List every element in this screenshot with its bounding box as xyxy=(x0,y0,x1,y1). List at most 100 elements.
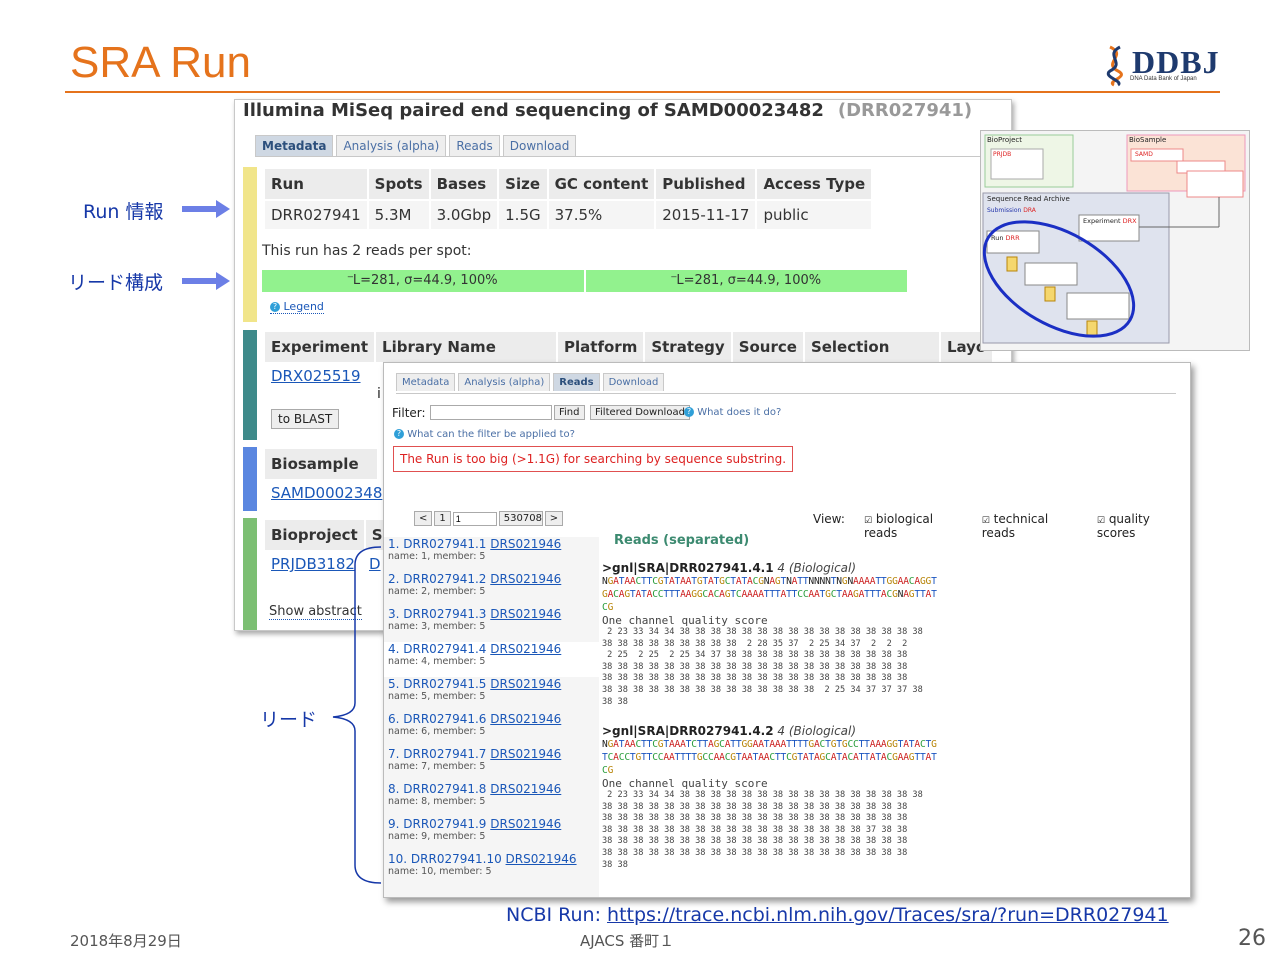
sample-link[interactable]: DRS021946 xyxy=(490,782,561,796)
page-number: 26 xyxy=(1238,926,1266,951)
read-accession-link[interactable]: 3. DRR027941.3 xyxy=(388,607,486,621)
section-bar-yellow xyxy=(243,167,257,322)
arrow-read-structure-head xyxy=(216,272,230,290)
view-technical[interactable]: ☑ technical reads xyxy=(982,512,1083,540)
diagram-sra: Sequence Read Archive xyxy=(987,195,1070,203)
tab-analysis[interactable]: Analysis (alpha) xyxy=(458,373,551,391)
col-bases: Bases xyxy=(430,169,498,199)
read-accession-link[interactable]: 10. DRR027941.10 xyxy=(388,852,502,866)
read-name-member: name: 7, member: 5 xyxy=(388,761,486,772)
ncbi-url[interactable]: https://trace.ncbi.nlm.nih.gov/Traces/sr… xyxy=(607,904,1169,926)
list-item[interactable]: 8. DRR027941.8 DRS021946 name: 8, member:… xyxy=(384,782,599,817)
tab-download[interactable]: Download xyxy=(602,373,665,391)
reads-list-container: 1. DRR027941.1 DRS021946 name: 1, member:… xyxy=(384,537,599,887)
quality-line: 38 38 38 38 38 38 38 38 38 38 38 38 38 3… xyxy=(602,836,908,847)
dna-helix-icon xyxy=(1106,45,1123,87)
find-button[interactable]: Find xyxy=(554,405,585,420)
sample-link[interactable]: DRS021946 xyxy=(490,747,561,761)
read-segment-1: ‾L=281, σ=44.9, 100% xyxy=(262,270,584,292)
read-detail-1: >gnl|SRA|DRR027941.4.1 4 (Biological) NG… xyxy=(602,561,1182,708)
sample-link[interactable]: DRS021946 xyxy=(490,607,561,621)
reads-list: 1. DRR027941.1 DRS021946 name: 1, member:… xyxy=(384,537,599,897)
sample-link[interactable]: DRS021946 xyxy=(506,852,577,866)
col-access: Access Type xyxy=(757,169,872,199)
list-item[interactable]: 1. DRR027941.1 DRS021946 name: 1, member:… xyxy=(384,537,599,572)
list-item[interactable]: 6. DRR027941.6 DRS021946 name: 6, member:… xyxy=(384,712,599,747)
experiment-table: Experiment Library Name Platform Strateg… xyxy=(263,330,994,364)
quality-scores: 2 23 33 34 34 38 38 38 38 38 38 38 38 38… xyxy=(602,790,1182,871)
view-options: ☑ biological reads ☑ technical reads ☑ q… xyxy=(864,512,1190,540)
list-item[interactable]: 4. DRR027941.4 DRS021946 name: 4, member:… xyxy=(384,642,599,677)
view-quality[interactable]: ☑ quality scores xyxy=(1097,512,1190,540)
quality-line: 2 25 2 25 2 25 34 37 38 38 38 38 38 38 3… xyxy=(602,650,908,661)
biosample-table: Biosample xyxy=(263,447,379,481)
pager-prev-button[interactable]: < xyxy=(414,511,433,526)
annotation-read-structure: リード構成 xyxy=(68,272,164,294)
tab-metadata[interactable]: Metadata xyxy=(255,135,334,156)
read-accession-link[interactable]: 9. DRR027941.9 xyxy=(388,817,486,831)
read-header-tag: 4 (Biological) xyxy=(777,724,857,738)
what-does-it-do-link[interactable]: ? What does it do? xyxy=(684,407,781,418)
annotation-run-info: Run 情報 xyxy=(83,201,164,223)
tab-analysis[interactable]: Analysis (alpha) xyxy=(336,135,447,156)
read-header: >gnl|SRA|DRR027941.4.2 4 (Biological) xyxy=(602,724,1182,738)
sample-link[interactable]: DRS021946 xyxy=(490,537,561,551)
list-item[interactable]: 3. DRR027941.3 DRS021946 name: 3, member:… xyxy=(384,607,599,642)
list-item[interactable]: 7. DRR027941.7 DRS021946 name: 7, member:… xyxy=(384,747,599,782)
pager-page-input[interactable] xyxy=(452,511,497,526)
filter-input[interactable] xyxy=(430,405,552,420)
what-filter-link[interactable]: ? What can the filter be applied to? xyxy=(394,429,575,440)
list-item[interactable]: 5. DRR027941.5 DRS021946 name: 5, member:… xyxy=(384,677,599,712)
cell-bases: 3.0Gbp xyxy=(430,201,498,229)
biosample-link[interactable]: SAMD0002348 xyxy=(271,484,382,502)
read-accession-link[interactable]: 4. DRR027941.4 xyxy=(388,642,486,656)
reads-tab-divider xyxy=(396,393,1176,394)
quality-line: 38 38 38 38 38 38 38 38 38 38 38 38 38 3… xyxy=(602,684,923,695)
logo-subtitle: DNA Data Bank of Japan xyxy=(1130,76,1197,82)
read-name-member: name: 6, member: 5 xyxy=(388,726,486,737)
read-accession-link[interactable]: 7. DRR027941.7 xyxy=(388,747,486,761)
read-accession-link[interactable]: 2. DRR027941.2 xyxy=(388,572,486,586)
read-accession-link[interactable]: 5. DRR027941.5 xyxy=(388,677,486,691)
list-item[interactable]: 9. DRR027941.9 DRS021946 name: 9, member:… xyxy=(384,817,599,852)
tab-download[interactable]: Download xyxy=(502,135,577,156)
diagram-experiment-label: Experiment xyxy=(1083,217,1121,225)
filtered-download-button[interactable]: Filtered Download xyxy=(590,405,690,420)
list-item[interactable]: 2. DRR027941.2 DRS021946 name: 2, member:… xyxy=(384,572,599,607)
col-size: Size xyxy=(499,169,547,199)
quality-label: One channel quality score xyxy=(602,614,768,627)
tab-reads[interactable]: Reads xyxy=(553,373,600,391)
help-icon: ? xyxy=(684,407,694,417)
pager-first-button[interactable]: 1 xyxy=(434,511,451,526)
view-biological[interactable]: ☑ biological reads xyxy=(864,512,968,540)
read-name-member: name: 5, member: 5 xyxy=(388,691,486,702)
sample-link[interactable]: DRS021946 xyxy=(490,712,561,726)
quality-scores: 2 23 33 34 34 38 38 38 38 38 38 38 38 38… xyxy=(602,627,1182,708)
col-gc: GC content xyxy=(548,169,655,199)
sample-link[interactable]: DRS021946 xyxy=(490,817,561,831)
reads-tabs: Metadata Analysis (alpha) Reads Download xyxy=(396,373,665,391)
read-accession-link[interactable]: 8. DRR027941.8 xyxy=(388,782,486,796)
read-name-member: name: 2, member: 5 xyxy=(388,586,486,597)
legend-link[interactable]: ? Legend xyxy=(270,300,324,314)
tab-metadata[interactable]: Metadata xyxy=(396,373,456,391)
checkbox-icon: ☑ xyxy=(981,516,990,526)
to-blast-button[interactable]: to BLAST xyxy=(271,409,340,429)
checkbox-icon: ☑ xyxy=(1096,516,1105,526)
read-accession-link[interactable]: 1. DRR027941.1 xyxy=(388,537,486,551)
tab-reads[interactable]: Reads xyxy=(449,135,500,156)
sample-link[interactable]: DRS021946 xyxy=(490,642,561,656)
pager-next-button[interactable]: > xyxy=(544,511,564,526)
cell-size: 1.5G xyxy=(499,201,547,229)
sample-link[interactable]: DRS021946 xyxy=(490,572,561,586)
sra-object-diagram: BioProject BioSample Sequence Read Archi… xyxy=(980,130,1250,351)
read-accession-link[interactable]: 6. DRR027941.6 xyxy=(388,712,486,726)
col-library-name: Library Name xyxy=(376,332,557,362)
experiment-link[interactable]: DRX025519 xyxy=(271,367,361,385)
list-item[interactable]: 10. DRR027941.10 DRS021946 name: 10, memb… xyxy=(384,852,599,887)
ncbi-run-link: NCBI Run: https://trace.ncbi.nlm.nih.gov… xyxy=(506,904,1169,926)
cell-published: 2015-11-17 xyxy=(656,201,756,229)
quality-line: 38 38 38 38 38 38 38 38 38 38 38 38 38 3… xyxy=(602,847,908,858)
sample-link[interactable]: DRS021946 xyxy=(490,677,561,691)
read-name-member: name: 9, member: 5 xyxy=(388,831,486,842)
